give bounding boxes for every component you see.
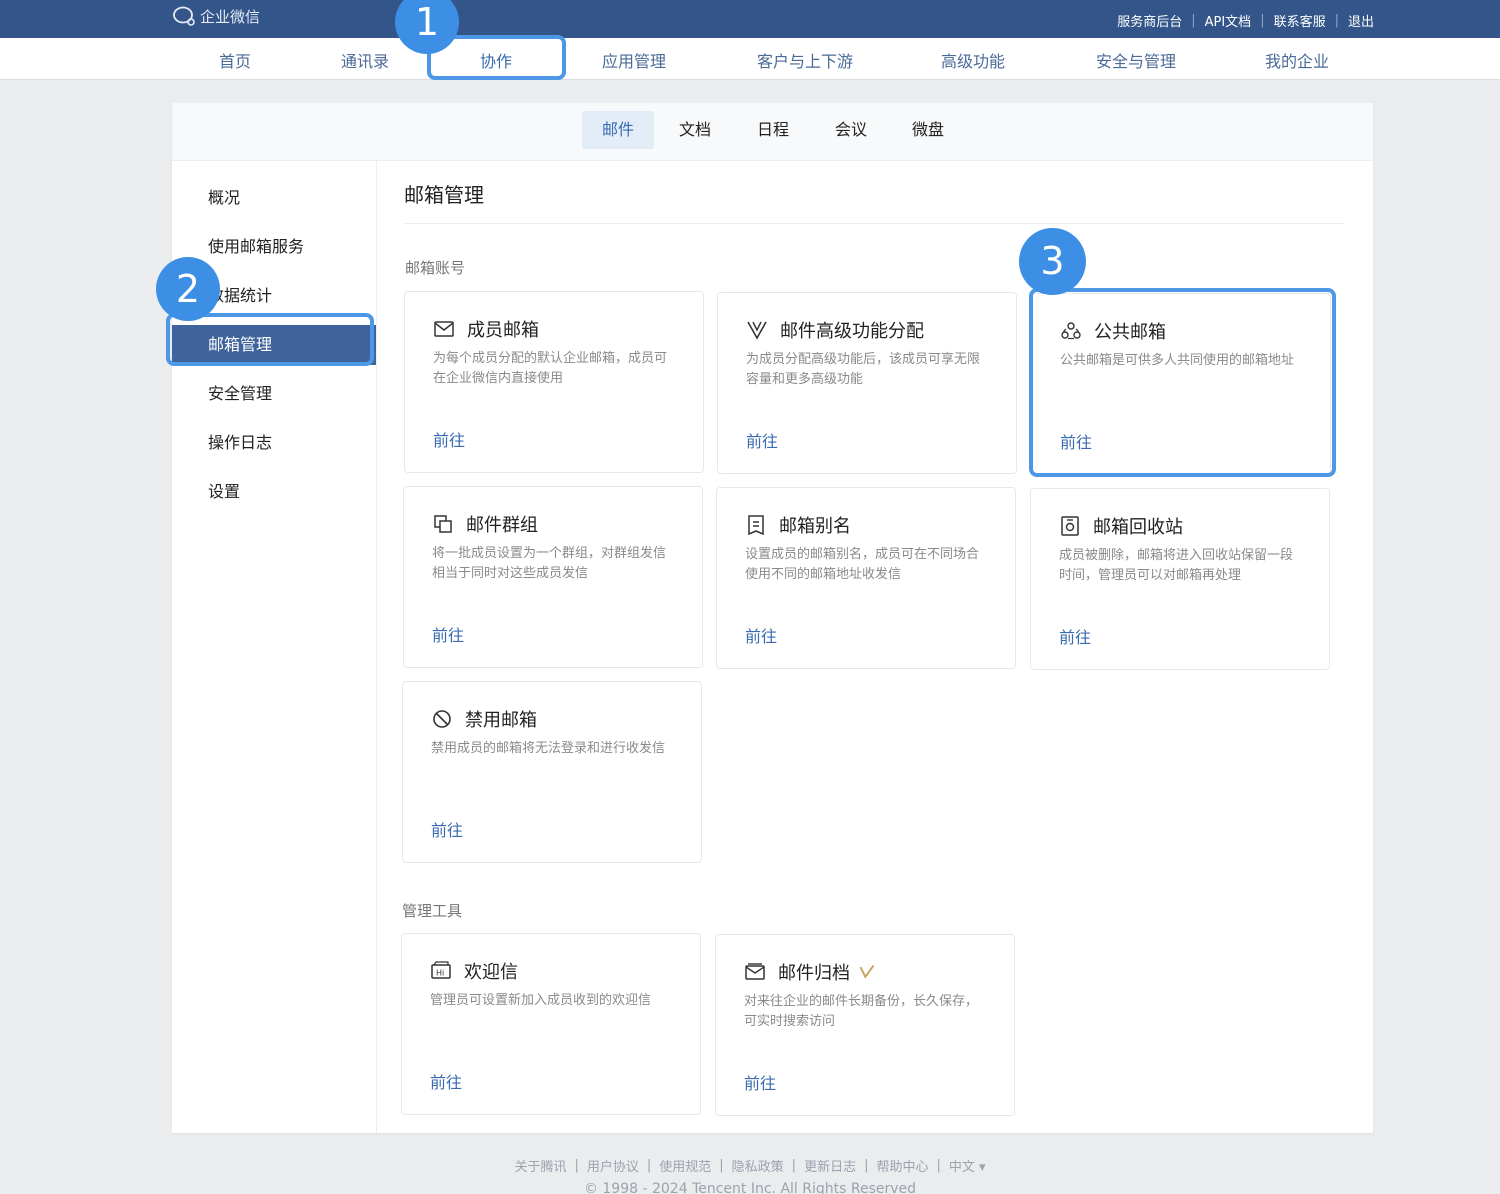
card-go-link[interactable]: 前往 xyxy=(1060,429,1092,453)
top-links: 服务商后台 | API文档 | 联系客服 | 退出 xyxy=(1117,11,1374,30)
api-docs-link[interactable]: API文档 xyxy=(1205,11,1252,30)
nav-my-enterprise[interactable]: 我的企业 xyxy=(1265,48,1329,72)
card-mail-archive[interactable]: 邮件归档 对来往企业的邮件长期备份，长久保存，可实时搜索访问 前往 xyxy=(715,934,1015,1116)
nav-home[interactable]: 首页 xyxy=(219,48,251,72)
mail-icon xyxy=(434,321,454,337)
sub-nav: 邮件 文档 日程 会议 微盘 xyxy=(172,103,1373,161)
card-welcome-letter[interactable]: Hi 欢迎信 管理员可设置新加入成员收到的欢迎信 前往 xyxy=(401,933,701,1115)
section-tools-label: 管理工具 xyxy=(402,902,463,920)
card-title: 公共邮箱 xyxy=(1094,322,1166,343)
footer-link-help[interactable]: 帮助中心 xyxy=(876,1156,928,1175)
recycle-icon xyxy=(1061,516,1079,536)
card-title: 邮件高级功能分配 xyxy=(780,321,924,342)
svg-text:Hi: Hi xyxy=(436,969,444,978)
footer-link-changelog[interactable]: 更新日志 xyxy=(804,1156,856,1175)
footer-link-terms[interactable]: 用户协议 xyxy=(587,1156,639,1175)
shared-people-icon xyxy=(1061,322,1081,340)
top-bar: 企业微信 服务商后台 | API文档 | 联系客服 | 退出 xyxy=(0,0,1500,38)
card-go-link[interactable]: 前往 xyxy=(430,1069,462,1093)
wecom-logo-icon xyxy=(173,6,195,26)
card-mail-group[interactable]: 邮件群组 将一批成员设置为一个群组，对群组发信相当于同时对这些成员发信 前往 xyxy=(403,486,703,668)
card-desc: 为每个成员分配的默认企业邮箱，成员可在企业微信内直接使用 xyxy=(433,351,668,386)
nav-collaboration[interactable]: 协作 xyxy=(480,48,512,72)
tab-drive[interactable]: 微盘 xyxy=(892,111,964,149)
card-mail-recycle-bin[interactable]: 邮箱回收站 成员被删除，邮箱将进入回收站保留一段时间，管理员可以对邮箱再处理 前… xyxy=(1030,488,1330,670)
card-desc: 成员被删除，邮箱将进入回收站保留一段时间，管理员可以对邮箱再处理 xyxy=(1059,548,1294,583)
card-go-link[interactable]: 前往 xyxy=(746,428,778,452)
card-go-link[interactable]: 前往 xyxy=(745,623,777,647)
card-title: 邮件群组 xyxy=(466,515,538,536)
sidebar-item-logs[interactable]: 操作日志 xyxy=(172,423,376,463)
nav-security[interactable]: 安全与管理 xyxy=(1096,48,1176,72)
hi-icon: Hi xyxy=(431,961,451,979)
card-desc: 为成员分配高级功能后，该成员可享无限容量和更多高级功能 xyxy=(746,352,981,387)
card-desc: 禁用成员的邮箱将无法登录和进行收发信 xyxy=(431,741,666,756)
alias-icon xyxy=(748,515,764,536)
nav-app-management[interactable]: 应用管理 xyxy=(602,48,666,72)
sidebar-item-security[interactable]: 安全管理 xyxy=(172,374,376,414)
language-select[interactable]: 中文 ▾ xyxy=(949,1156,986,1175)
card-go-link[interactable]: 前往 xyxy=(431,817,463,841)
partner-backend-link[interactable]: 服务商后台 xyxy=(1117,11,1182,30)
card-title: 禁用邮箱 xyxy=(465,710,537,731)
footer-links: 关于腾讯 | 用户协议 | 使用规范 | 隐私政策 | 更新日志 | 帮助中心 | 中文 ▾ xyxy=(514,1156,986,1175)
card-go-link[interactable]: 前往 xyxy=(433,427,465,451)
nav-customers[interactable]: 客户与上下游 xyxy=(757,48,853,72)
card-go-link[interactable]: 前往 xyxy=(1059,624,1091,648)
card-title: 成员邮箱 xyxy=(467,320,539,341)
card-member-mailbox[interactable]: 成员邮箱 为每个成员分配的默认企业邮箱，成员可在企业微信内直接使用 前往 xyxy=(404,291,704,473)
main-nav: 首页 通讯录 协作 应用管理 客户与上下游 高级功能 安全与管理 我的企业 xyxy=(0,38,1500,80)
sidebar-item-mail-management[interactable]: 邮箱管理 xyxy=(172,325,376,365)
logo-text: 企业微信 xyxy=(200,7,261,26)
footer-link-about[interactable]: 关于腾讯 xyxy=(514,1156,566,1175)
copyright: © 1998 - 2024 Tencent Inc. All Rights Re… xyxy=(583,1181,917,1194)
footer-link-usage-rules[interactable]: 使用规范 xyxy=(659,1156,711,1175)
logout-link[interactable]: 退出 xyxy=(1348,11,1374,30)
step-badge-3: 3 xyxy=(1019,228,1086,295)
ban-icon xyxy=(433,710,451,728)
step-badge-2: 2 xyxy=(156,257,220,321)
tab-schedule[interactable]: 日程 xyxy=(737,111,809,149)
footer-link-privacy[interactable]: 隐私政策 xyxy=(732,1156,784,1175)
card-desc: 对来往企业的邮件长期备份，长久保存，可实时搜索访问 xyxy=(744,994,979,1029)
card-title: 邮件归档 xyxy=(778,963,850,984)
tab-docs[interactable]: 文档 xyxy=(659,111,731,149)
card-title: 邮箱回收站 xyxy=(1093,517,1183,538)
card-desc: 将一批成员设置为一个群组，对群组发信相当于同时对这些成员发信 xyxy=(432,546,667,581)
footer: 关于腾讯 | 用户协议 | 使用规范 | 隐私政策 | 更新日志 | 帮助中心 | 中文 ▾… xyxy=(0,1156,1500,1194)
card-advanced-features[interactable]: 邮件高级功能分配 为成员分配高级功能后，该成员可享无限容量和更多高级功能 前往 xyxy=(717,292,1017,474)
card-go-link[interactable]: 前往 xyxy=(432,622,464,646)
nav-advanced[interactable]: 高级功能 xyxy=(941,48,1005,72)
card-title: 邮箱别名 xyxy=(779,516,851,537)
archive-mail-icon xyxy=(745,963,765,980)
tab-mail[interactable]: 邮件 xyxy=(582,111,655,149)
nav-contacts[interactable]: 通讯录 xyxy=(341,48,389,72)
contact-support-link[interactable]: 联系客服 xyxy=(1274,11,1326,30)
tab-meeting[interactable]: 会议 xyxy=(815,111,887,149)
premium-v-icon xyxy=(859,964,875,979)
card-desc: 管理员可设置新加入成员收到的欢迎信 xyxy=(430,993,652,1008)
page-title: 邮箱管理 xyxy=(404,183,484,207)
card-go-link[interactable]: 前往 xyxy=(744,1070,776,1094)
sidebar-item-settings[interactable]: 设置 xyxy=(172,472,376,512)
title-divider xyxy=(404,223,1344,224)
sidebar-item-overview[interactable]: 概况 xyxy=(172,178,376,218)
app-logo[interactable]: 企业微信 xyxy=(172,4,260,28)
card-desc: 设置成员的邮箱别名，成员可在不同场合使用不同的邮箱地址收发信 xyxy=(745,547,980,582)
card-desc: 公共邮箱是可供多人共同使用的邮箱地址 xyxy=(1060,353,1295,368)
v-badge-icon xyxy=(747,321,767,340)
card-disable-mailbox[interactable]: 禁用邮箱 禁用成员的邮箱将无法登录和进行收发信 前往 xyxy=(402,681,702,863)
card-mail-alias[interactable]: 邮箱别名 设置成员的邮箱别名，成员可在不同场合使用不同的邮箱地址收发信 前往 xyxy=(716,487,1016,669)
card-public-mailbox[interactable]: 公共邮箱 公共邮箱是可供多人共同使用的邮箱地址 前往 xyxy=(1031,293,1331,475)
card-title: 欢迎信 xyxy=(464,962,518,983)
group-icon xyxy=(434,515,452,533)
section-accounts-label: 邮箱账号 xyxy=(405,259,466,277)
